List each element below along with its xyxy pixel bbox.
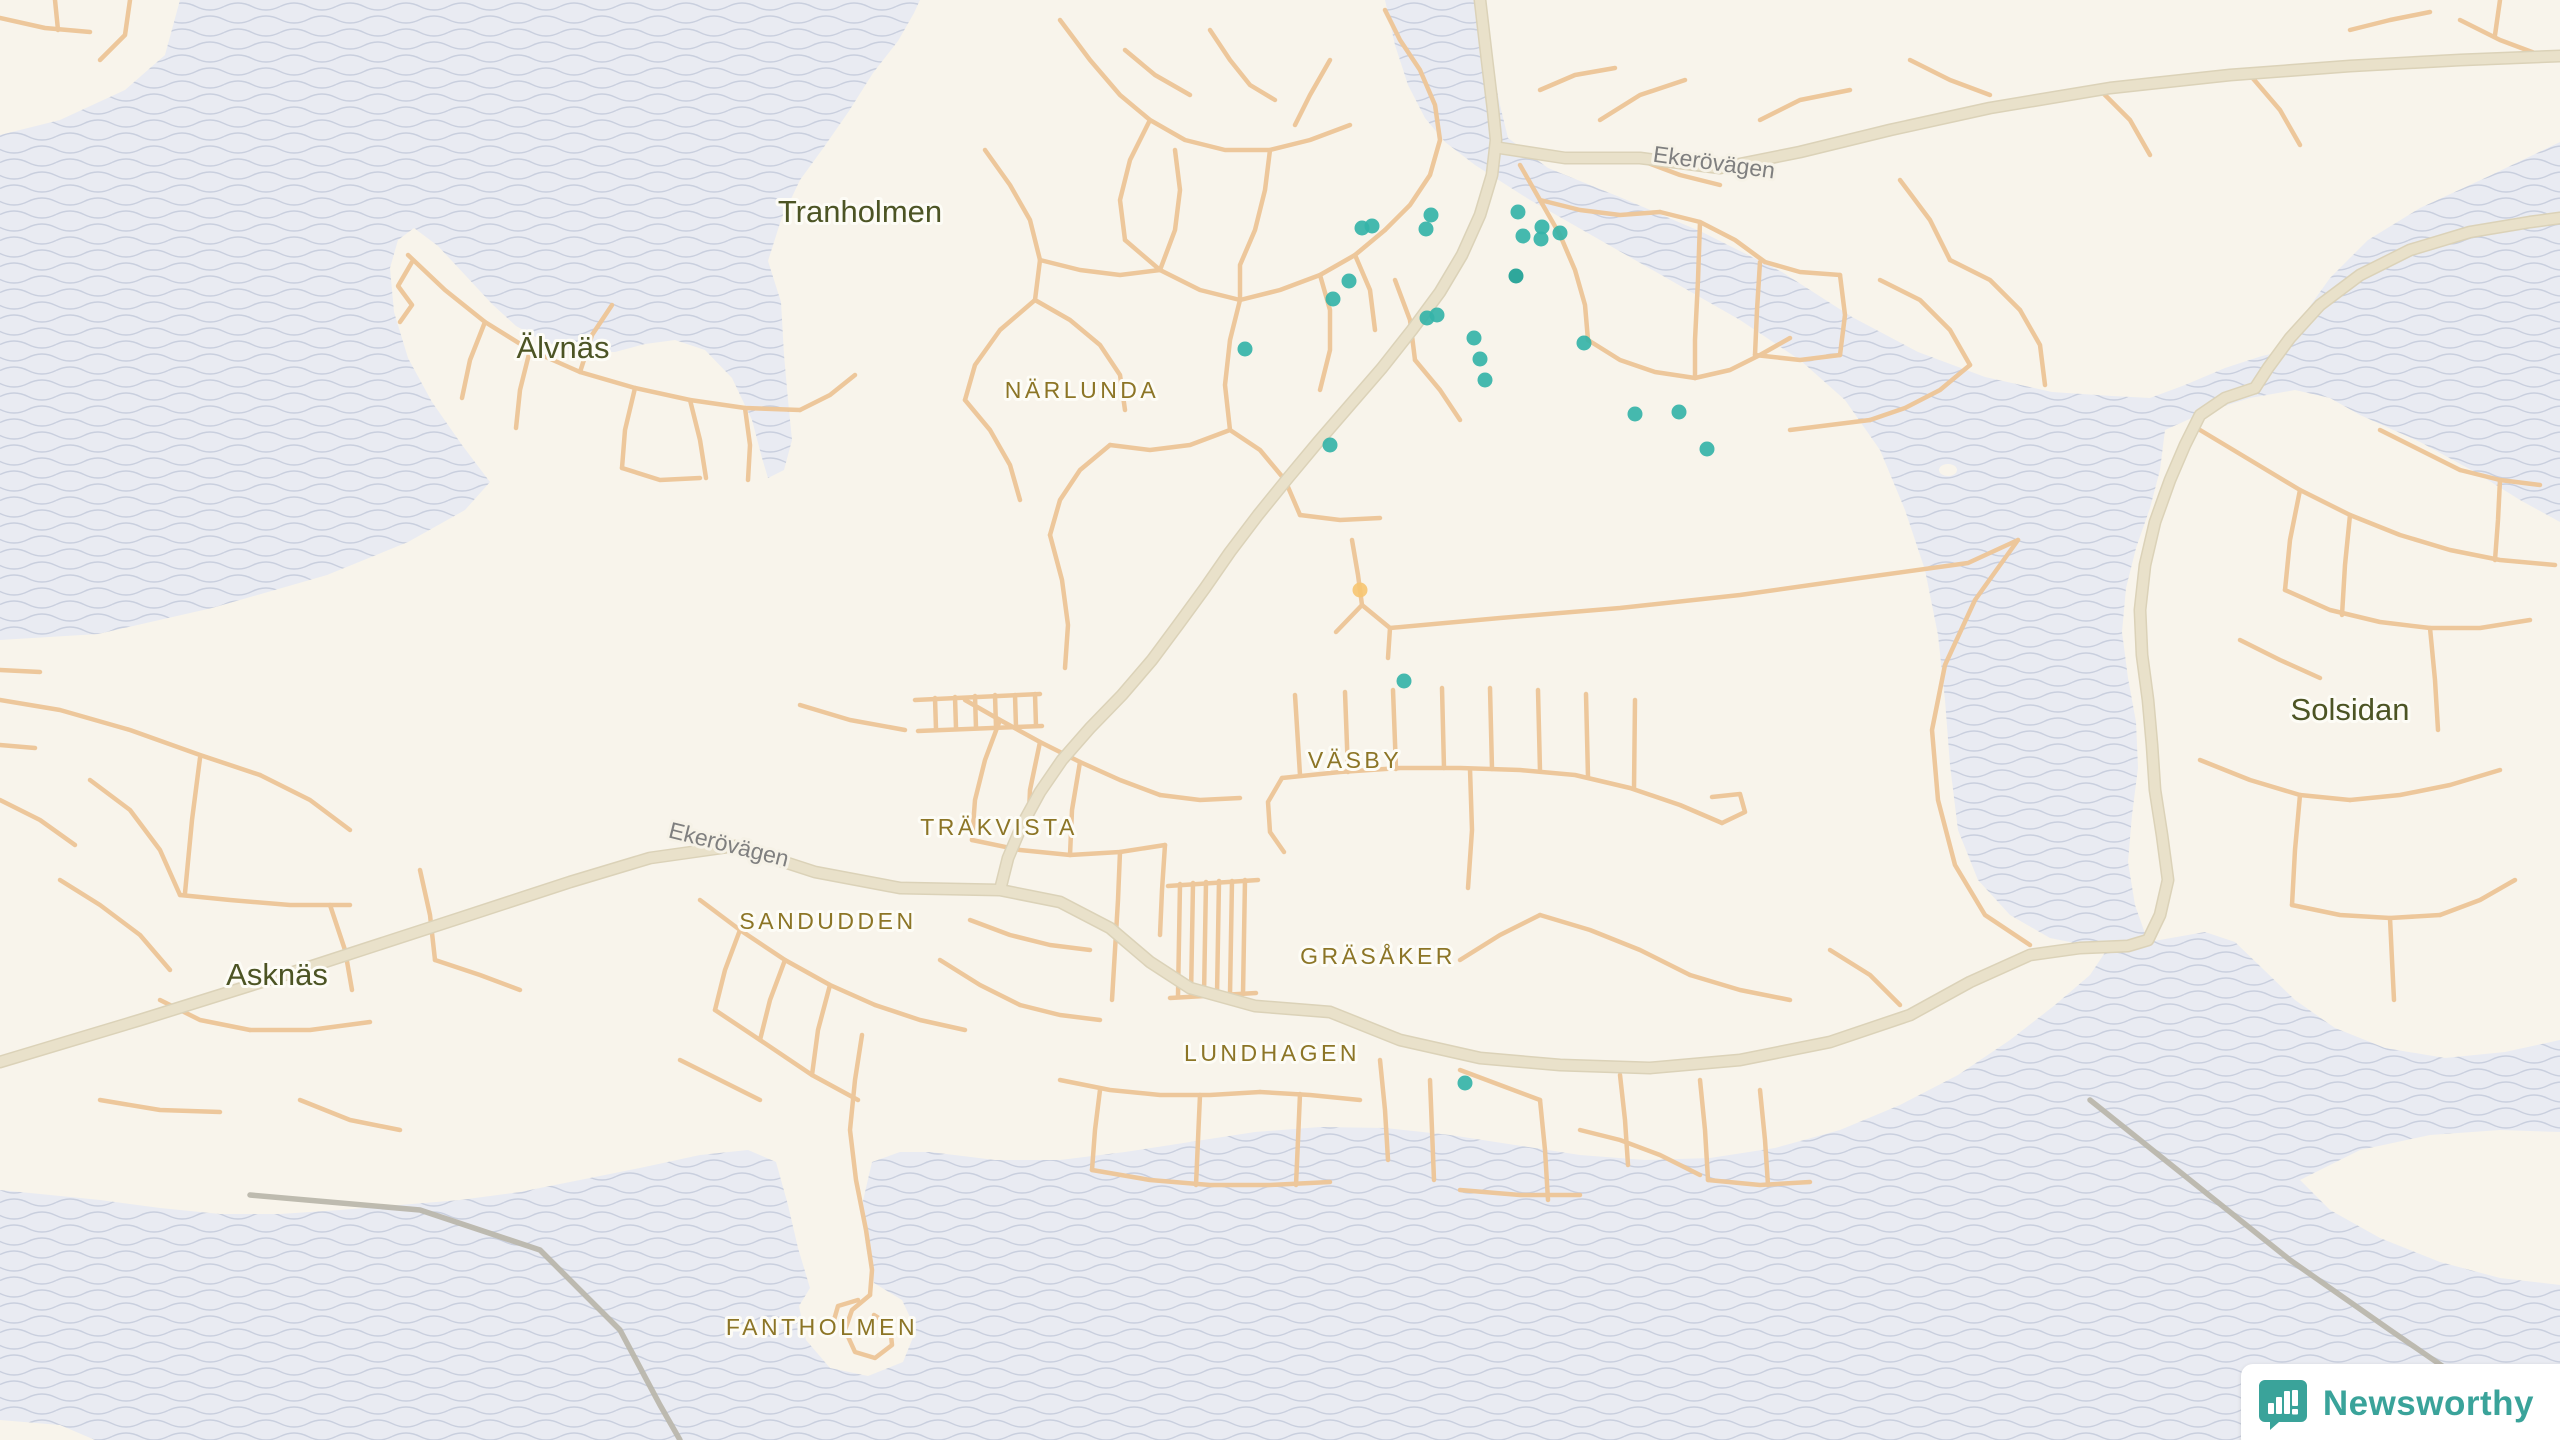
map-label-place: Älvnäs [516, 330, 609, 365]
minor-road [1015, 695, 1016, 727]
minor-road [975, 696, 976, 728]
map-label-district: NÄRLUNDA [1005, 377, 1160, 403]
data-point-marker[interactable] [1511, 205, 1526, 220]
map-label-district: GRÄSÅKER [1300, 942, 1456, 969]
data-point-marker[interactable] [1553, 226, 1568, 241]
minor-road [995, 695, 996, 727]
minor-road [1217, 881, 1219, 995]
data-point-marker[interactable] [1326, 292, 1341, 307]
minor-road [935, 698, 936, 729]
data-point-marker[interactable] [1424, 208, 1439, 223]
map-label-district: LUNDHAGEN [1184, 1040, 1360, 1066]
minor-road [1191, 883, 1193, 996]
map-label-place: Tranholmen [778, 194, 942, 229]
data-point-marker[interactable] [1238, 342, 1253, 357]
newsworthy-icon [2257, 1378, 2309, 1430]
islet [1939, 464, 1957, 476]
minor-road [1538, 690, 1540, 771]
map-label-place: Asknäs [226, 957, 328, 992]
map-image: Tranholmen Älvnäs Asknäs Solsidan NÄRLUNDA TR… [0, 0, 2560, 1440]
minor-road [0, 745, 35, 748]
minor-road [0, 670, 40, 672]
newsworthy-logo[interactable]: Newsworthy [2241, 1364, 2560, 1440]
data-point-marker[interactable] [1353, 583, 1368, 598]
data-point-marker[interactable] [1577, 336, 1592, 351]
newsworthy-wordmark: Newsworthy [2323, 1384, 2534, 1424]
map-label-district: SANDUDDEN [739, 908, 916, 934]
data-point-marker[interactable] [1516, 229, 1531, 244]
minor-road [55, 0, 58, 30]
minor-road [1586, 694, 1588, 777]
minor-road [1634, 700, 1635, 789]
minor-road [1490, 688, 1492, 769]
map-label-place: Solsidan [2291, 692, 2410, 727]
data-point-marker[interactable] [1467, 331, 1482, 346]
data-point-marker[interactable] [1628, 407, 1643, 422]
data-point-marker[interactable] [1365, 219, 1380, 234]
data-point-marker[interactable] [1419, 222, 1434, 237]
minor-road [1243, 880, 1245, 994]
minor-road [955, 697, 956, 728]
data-point-marker[interactable] [1430, 308, 1445, 323]
minor-road [1442, 688, 1444, 768]
data-point-marker[interactable] [1342, 274, 1357, 289]
data-point-marker[interactable] [1534, 232, 1549, 247]
data-point-marker[interactable] [1672, 405, 1687, 420]
map-canvas[interactable]: Tranholmen Älvnäs Asknäs Solsidan NÄRLUNDA TR… [0, 0, 2560, 1440]
map-label-district: TRÄKVISTA [920, 814, 1078, 840]
data-point-marker[interactable] [1458, 1076, 1473, 1091]
data-point-marker[interactable] [1473, 352, 1488, 367]
data-point-marker[interactable] [1509, 269, 1524, 284]
minor-road [1035, 694, 1036, 726]
map-label-district: FANTHOLMEN [726, 1314, 918, 1340]
data-point-marker[interactable] [1478, 373, 1493, 388]
data-point-marker[interactable] [1397, 674, 1412, 689]
minor-road [1230, 881, 1232, 994]
data-point-marker[interactable] [1700, 442, 1715, 457]
data-point-marker[interactable] [1323, 438, 1338, 453]
map-label-district: VÄSBY [1308, 747, 1402, 773]
minor-road [1204, 882, 1206, 995]
